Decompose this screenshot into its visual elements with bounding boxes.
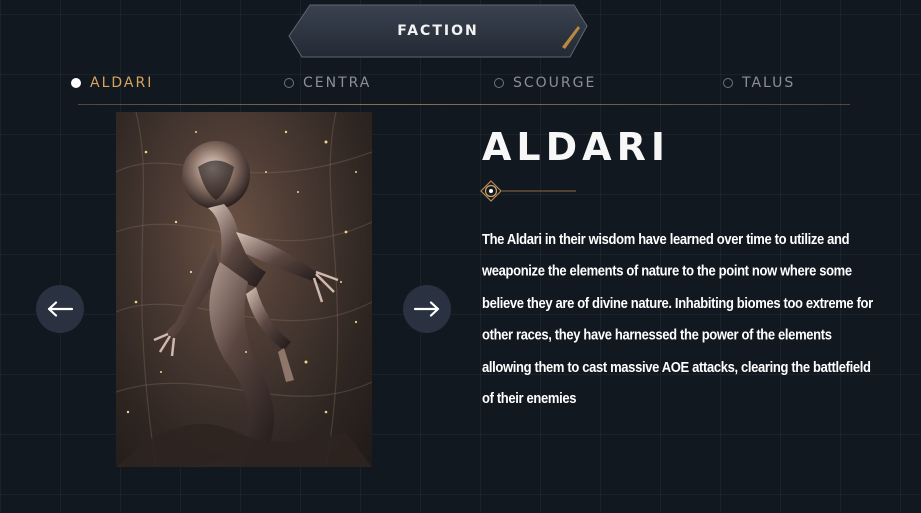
tab-label: SCOURGE [513, 75, 597, 91]
radio-dot-icon [494, 78, 504, 88]
tab-label: ALDARI [90, 75, 154, 91]
tabs-divider [78, 104, 850, 105]
faction-name: ALDARI [482, 125, 670, 169]
tab-label: CENTRA [303, 75, 372, 91]
tab-scourge[interactable]: SCOURGE [494, 70, 596, 96]
tab-centra[interactable]: CENTRA [284, 70, 371, 96]
radio-dot-icon [71, 78, 81, 88]
creature-illustration [116, 112, 372, 467]
arrow-left-icon [47, 301, 74, 317]
faction-description: The Aldari in their wisdom have learned … [482, 230, 873, 407]
radio-dot-icon [723, 78, 733, 88]
tab-label: TALUS [742, 75, 796, 91]
radio-dot-icon [284, 78, 294, 88]
tab-aldari[interactable]: ALDARI [71, 70, 153, 96]
diamond-ornament-icon [480, 180, 576, 202]
next-faction-button[interactable] [403, 285, 451, 333]
faction-artwork [116, 112, 372, 467]
page-title: FACTION [397, 23, 479, 39]
faction-header-tab: FACTION [288, 4, 588, 58]
faction-tabs: ALDARI CENTRA SCOURGE TALUS [0, 70, 921, 96]
previous-faction-button[interactable] [36, 285, 84, 333]
tab-talus[interactable]: TALUS [723, 70, 795, 96]
arrow-right-icon [413, 301, 440, 317]
